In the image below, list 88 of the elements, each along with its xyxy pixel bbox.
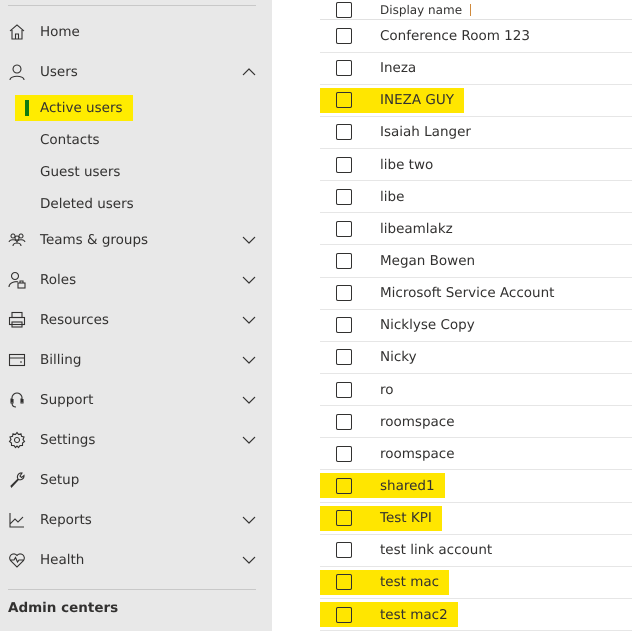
nav-subitem[interactable]: Guest users — [15, 159, 130, 185]
display-name-cell: Microsoft Service Account — [380, 285, 554, 302]
chevron-down-icon[interactable] — [242, 236, 256, 244]
chevron-down-icon[interactable] — [242, 436, 256, 444]
row-checkbox[interactable] — [336, 220, 352, 237]
person-icon — [8, 63, 26, 81]
display-name-cell: Megan Bowen — [380, 253, 476, 269]
chevron-down-icon[interactable] — [242, 276, 256, 284]
display-name-cell: roomspace — [380, 414, 455, 430]
printer-icon — [8, 311, 26, 329]
display-name-cell: roomspace — [380, 446, 455, 462]
row-checkbox[interactable] — [336, 382, 352, 398]
row-checkbox[interactable] — [336, 188, 352, 205]
row-checkbox[interactable] — [336, 606, 352, 623]
nav-subitem[interactable]: Contacts — [15, 127, 110, 153]
nav-item[interactable]: Home — [0, 12, 272, 52]
display-name-cell: ro — [380, 382, 394, 398]
display-name-cell: test link account — [380, 542, 492, 558]
nav-label: Teams & groups — [40, 232, 150, 248]
nav-item[interactable]: Reports — [0, 500, 272, 540]
row-checkbox[interactable] — [336, 542, 352, 558]
wrench-icon — [8, 471, 26, 489]
display-name-cell: test mac2 — [380, 606, 448, 623]
row-checkbox[interactable] — [336, 446, 352, 462]
row-checkbox[interactable] — [336, 574, 352, 590]
row-checkbox[interactable] — [336, 510, 352, 526]
nav-item[interactable]: Support — [0, 380, 272, 420]
home-icon — [8, 23, 26, 41]
person-badge-icon — [8, 271, 26, 289]
display-name-cell: libe — [380, 188, 404, 205]
row-checkbox[interactable] — [336, 478, 352, 494]
headset-icon — [8, 391, 26, 409]
nav-label: Reports — [40, 512, 93, 528]
nav-subitem[interactable]: Deleted users — [15, 191, 144, 217]
nav-item[interactable]: Settings — [0, 420, 272, 460]
nav-label: Support — [40, 392, 94, 408]
row-checkbox[interactable] — [336, 253, 352, 269]
display-name-cell: Isaiah Langer — [380, 124, 471, 140]
chevron-up-icon[interactable] — [242, 68, 256, 76]
nav-label: Resources — [40, 312, 110, 328]
nav-item[interactable]: Resources — [0, 300, 272, 340]
nav-item[interactable]: Health — [0, 540, 272, 580]
row-checkbox[interactable] — [336, 349, 352, 366]
line-chart-icon — [8, 511, 26, 529]
row-checkbox[interactable] — [336, 414, 352, 430]
nav-label: Settings — [40, 432, 96, 448]
chevron-down-icon[interactable] — [242, 396, 256, 404]
nav-label: Setup — [40, 472, 80, 488]
display-name-cell: test mac — [380, 574, 440, 590]
chevron-down-icon[interactable] — [242, 316, 256, 324]
display-name-cell: libeamlakz — [380, 220, 453, 237]
nav-item[interactable]: Users — [0, 52, 272, 92]
gear-icon — [8, 431, 26, 449]
row-checkbox[interactable] — [336, 285, 352, 302]
nav-label: Users — [40, 64, 79, 80]
heart-icon — [8, 551, 26, 569]
nav-label: Billing — [40, 352, 82, 368]
display-name-cell: Conference Room 123 — [380, 28, 530, 44]
row-checkbox[interactable] — [336, 60, 352, 76]
card-icon — [8, 351, 26, 369]
nav-subitem[interactable]: Active users — [15, 95, 133, 121]
display-name-cell: Test KPI — [380, 510, 432, 526]
row-checkbox[interactable] — [336, 317, 352, 334]
row-checkbox[interactable] — [336, 156, 352, 173]
row-checkbox[interactable] — [336, 28, 352, 44]
nav-label: Health — [40, 552, 86, 568]
nav-item[interactable]: Roles — [0, 260, 272, 300]
display-name-cell: libe two — [380, 156, 434, 173]
display-name-cell: Nicky — [380, 349, 417, 366]
display-name-cell: shared1 — [380, 478, 435, 494]
selection-indicator — [25, 100, 29, 116]
display-name-cell: Nicklyse Copy — [380, 317, 475, 334]
column-header[interactable]: Display name — [380, 2, 462, 17]
display-name-cell: INEZA GUY — [380, 92, 454, 108]
chevron-down-icon[interactable] — [242, 556, 256, 564]
nav-item[interactable]: Teams & groups — [0, 220, 272, 260]
chevron-down-icon[interactable] — [242, 516, 256, 524]
chevron-down-icon[interactable] — [242, 356, 256, 364]
select-all-checkbox[interactable] — [336, 2, 352, 18]
nav-label: Roles — [40, 272, 78, 288]
row-checkbox[interactable] — [336, 124, 352, 140]
people-icon — [8, 231, 26, 249]
nav-item[interactable]: Setup — [0, 460, 272, 500]
nav-label: Home — [40, 24, 81, 40]
display-name-cell: Ineza — [380, 60, 416, 76]
row-checkbox[interactable] — [336, 92, 352, 108]
nav-item[interactable]: Billing — [0, 340, 272, 380]
section-heading: Admin centers — [7, 599, 120, 616]
